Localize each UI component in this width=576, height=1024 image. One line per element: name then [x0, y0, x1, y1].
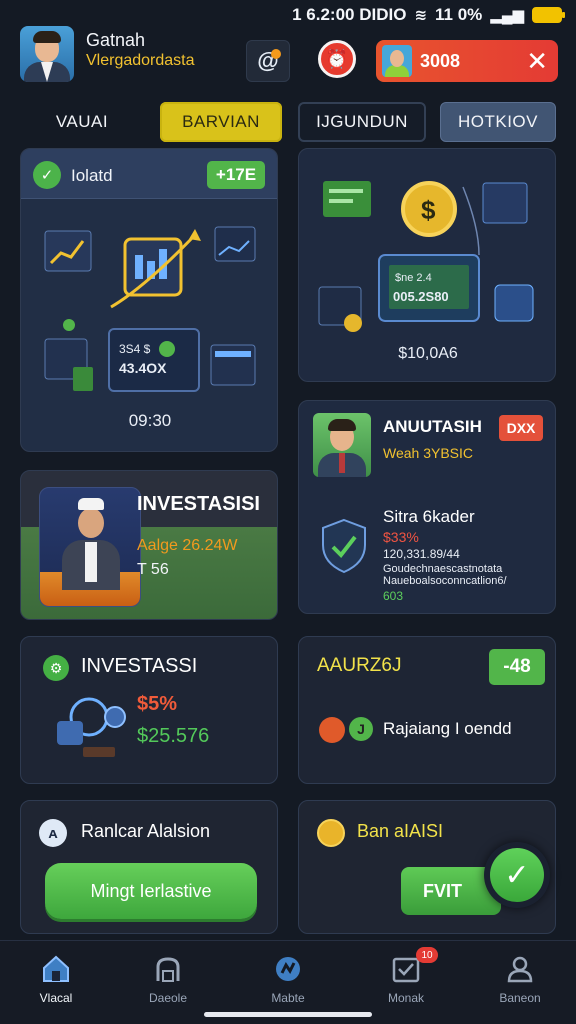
investment-card[interactable]: ⚙ INVESTASSI $5% $25.576: [20, 636, 278, 784]
detail-line-4: Goudechnaescastnotata Naueboalsoconncatl…: [383, 563, 507, 587]
wifi-icon: ≋: [414, 7, 428, 24]
user-name: Gatnah: [86, 30, 146, 50]
gear-icon: [319, 717, 345, 743]
tools-illustration: [57, 697, 126, 757]
tab-barvian-active[interactable]: BARVIAN: [160, 102, 282, 142]
alarm-icon[interactable]: ⏰: [318, 40, 356, 78]
app-header: Gatnah Vlergadordasta @ ⏰ 3008 ✕: [20, 26, 560, 86]
signal-icon: ▂▄▆: [490, 7, 524, 24]
status-time: 1 6.2:00 DIDIO: [292, 5, 407, 24]
screen-line-1: $ne 2.4: [395, 272, 432, 284]
return-percent: $5%: [137, 693, 178, 715]
analytics-illustration: 3S4 $ 43.4OX: [44, 226, 256, 392]
card-title: ANUUTASIH: [383, 417, 482, 436]
alert-banner[interactable]: 3008 ✕: [376, 40, 558, 82]
alert-avatar: [382, 45, 412, 77]
screen-line-2: 005.2S80: [393, 289, 449, 304]
card-value: $10,0A6: [398, 345, 458, 362]
earnings-card[interactable]: $ $ne 2.4 005.2S80 $10,0A6: [298, 148, 556, 382]
notification-badge: 10: [416, 947, 438, 963]
nav-label: Monak: [387, 991, 425, 1005]
close-icon[interactable]: ✕: [526, 46, 548, 77]
card-title: INVESTASSI: [81, 655, 198, 677]
detail-line-3: 120,331.89/44: [383, 547, 460, 561]
svg-text:$: $: [421, 195, 436, 225]
card-title: AAURZ6J: [317, 655, 402, 676]
action-card: ᴀ Ranlcar Alalsion Mingt Ierlastive: [20, 800, 278, 934]
alert-text: 3008: [420, 51, 461, 71]
nav-inbox[interactable]: 10 Monak: [356, 947, 456, 1009]
home-icon: [43, 955, 69, 982]
nav-label: Vlacal: [39, 991, 73, 1005]
check-circle-icon: ✓: [33, 161, 61, 189]
status-badge: DXX: [499, 415, 543, 441]
detail-line-5: 603: [383, 589, 404, 603]
coin-icon: [317, 819, 345, 847]
investment-profile-card[interactable]: INVESTASISI Aalge 26.24W T 56: [20, 470, 278, 620]
investment-amount: $25.576: [137, 725, 210, 747]
gear-icon: ⚙: [43, 655, 69, 681]
profile-icon: [507, 956, 533, 983]
battery-icon: [532, 7, 565, 23]
card-subtitle: Weah 3YBSIC: [383, 445, 474, 461]
earnings-illustration: $ $ne 2.4 005.2S80: [318, 181, 534, 332]
card-line-1: Aalge 26.24W: [137, 537, 238, 554]
confirm-fab[interactable]: ✓: [484, 842, 550, 908]
rating-card[interactable]: AAURZ6J -48 J Rajaiang I oendd: [298, 636, 556, 784]
battery-percent: 11 0%: [435, 5, 483, 24]
nav-portfolio[interactable]: Daeole: [118, 949, 218, 1009]
detail-line-1: Sitra 6kader: [383, 507, 475, 526]
home-indicator[interactable]: [204, 1012, 372, 1017]
analytics-card[interactable]: ✓ Iolatd +17E 3S4 $ 43.4OX 09:30: [20, 148, 278, 452]
tab-hotkiov[interactable]: HOTKIOV: [440, 102, 556, 142]
card-value: 09:30: [128, 411, 172, 430]
portfolio-icon: [156, 957, 180, 982]
user-avatar[interactable]: [20, 26, 74, 82]
nav-label: Mabte: [271, 991, 305, 1005]
card-label: Iolatd: [71, 166, 113, 185]
nav-label: Baneon: [499, 991, 541, 1005]
card-title: INVESTASISI: [137, 493, 260, 515]
check-icon: ✓: [490, 848, 544, 902]
nav-label: Daeole: [148, 991, 188, 1005]
tab-vauai[interactable]: VAUAI: [20, 102, 144, 142]
notification-dot: [271, 49, 281, 59]
nav-home[interactable]: Vlacal: [6, 949, 106, 1009]
detail-line-2: $33%: [383, 529, 419, 545]
tab-ijgundun[interactable]: IJGUNDUN: [298, 102, 426, 142]
account-summary-card[interactable]: ANUUTASIH DXX Weah 3YBSIC Sitra 6kader $…: [298, 400, 556, 614]
nav-market[interactable]: Mabte: [238, 949, 338, 1009]
user-icon: ᴀ: [39, 819, 67, 847]
screen-value-2: 43.4OX: [119, 360, 167, 376]
info-icon: J: [349, 717, 373, 741]
card-title: Ban aIAISI: [357, 821, 444, 841]
growth-badge: +17E: [207, 161, 265, 189]
search-notification-button[interactable]: @: [246, 40, 290, 82]
nav-profile[interactable]: Baneon: [470, 949, 570, 1009]
tab-bar: VAUAI BARVIAN IJGUNDUN HOTKIOV: [20, 102, 560, 144]
change-badge: -48: [489, 649, 545, 685]
card-line-2: T 56: [137, 561, 169, 578]
screen-value-1: 3S4 $: [119, 342, 151, 356]
primary-action-button[interactable]: Mingt Ierlastive: [45, 863, 257, 919]
market-icon: [276, 957, 300, 981]
card-label: Rajaiang I oendd: [383, 719, 512, 738]
profile-photo: [313, 413, 371, 477]
advisor-avatar: [39, 487, 141, 607]
card-title: Ranlcar Alalsion: [81, 821, 211, 841]
shield-check-icon: [322, 518, 366, 574]
user-subtitle: Vlergadordasta: [86, 52, 195, 69]
